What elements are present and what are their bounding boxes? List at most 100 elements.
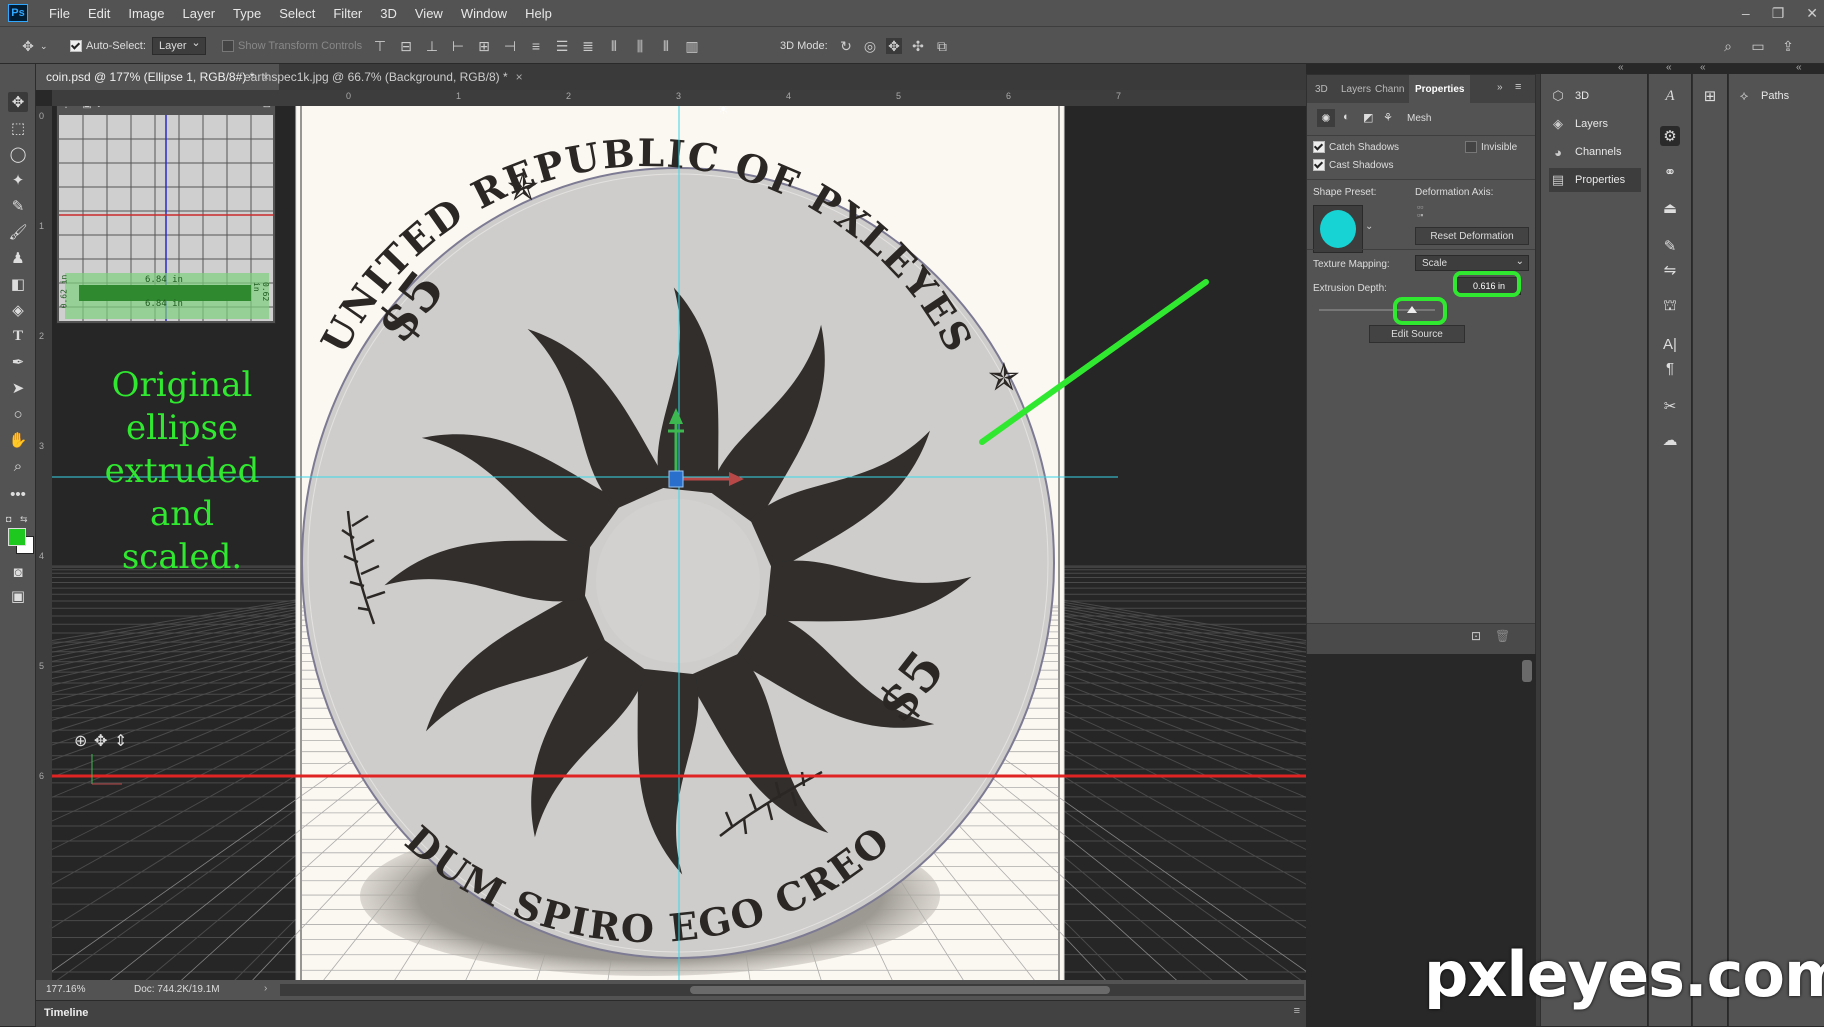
edit-source-button[interactable]: Edit Source <box>1369 325 1465 343</box>
horizontal-scroll-thumb[interactable] <box>690 986 1110 994</box>
deformation-axis-grid-icon[interactable]: ▫▫ ▫▪ <box>1417 203 1433 220</box>
auto-select-target-dropdown[interactable]: Layer <box>152 36 206 55</box>
menu-filter[interactable]: Filter <box>324 6 371 21</box>
paragraph-icon[interactable]: ¶ <box>1660 358 1680 378</box>
props-scroll-thumb[interactable] <box>1522 660 1532 682</box>
dock-paths[interactable]: ⟡ Paths <box>1735 84 1824 108</box>
tool-settings-icon[interactable]: ⇋ <box>1660 260 1680 280</box>
paint-bucket-tool-icon[interactable]: ◈ <box>8 300 28 320</box>
workspace-icon[interactable]: ▭ <box>1750 38 1766 54</box>
auto-align-icon[interactable]: ▥ <box>684 38 700 54</box>
align-vcenter-icon[interactable]: ⊟ <box>398 38 414 54</box>
glyphs-icon[interactable]: A <box>1660 86 1680 106</box>
history-icon[interactable]: ⏏ <box>1660 198 1680 218</box>
eraser-tool-icon[interactable]: ◧ <box>8 274 28 294</box>
cap-filter-icon[interactable]: ◩ <box>1363 111 1373 124</box>
type-tool-icon[interactable]: T <box>8 326 28 346</box>
libraries-icon[interactable]: ☁ <box>1660 430 1680 450</box>
close-tab-earthspec-icon[interactable]: × <box>516 70 523 84</box>
distribute-hcenter-icon[interactable]: ⫼ <box>632 38 648 54</box>
restore-button[interactable]: ❐ <box>1772 5 1785 22</box>
dock1-collapse-icon[interactable]: « <box>1618 62 1624 73</box>
brush-presets-icon[interactable]: ⚭ <box>1660 162 1680 182</box>
distribute-bottom-icon[interactable]: ≣ <box>580 38 596 54</box>
menu-help[interactable]: Help <box>516 6 561 21</box>
close-window-button[interactable]: ✕ <box>1806 5 1818 22</box>
shape-preset-picker[interactable] <box>1313 205 1363 253</box>
distribute-right-icon[interactable]: ⦀ <box>658 38 674 54</box>
shape-preset-chevron-icon[interactable]: ⌄ <box>1365 221 1373 232</box>
menu-edit[interactable]: Edit <box>79 6 119 21</box>
path-selection-tool-icon[interactable]: ➤ <box>8 378 28 398</box>
move-tool-preset-icon[interactable]: ✥ ⌄ <box>20 27 47 65</box>
tab-3d[interactable]: 3D <box>1315 75 1328 103</box>
horizontal-scrollbar[interactable] <box>280 984 1304 996</box>
horizontal-ruler[interactable]: 0 1 2 3 4 5 6 7 <box>52 90 1306 107</box>
align-bottom-icon[interactable]: ⊥ <box>424 38 440 54</box>
lasso-tool-icon[interactable]: ◯ <box>8 144 28 164</box>
search-icon[interactable]: ⌕ <box>1720 38 1736 54</box>
distribute-top-icon[interactable]: ≡ <box>528 38 544 54</box>
move-tool-icon[interactable]: ✥ <box>8 92 28 112</box>
align-hcenter-icon[interactable]: ⊞ <box>476 38 492 54</box>
menu-file[interactable]: File <box>40 6 79 21</box>
secondary-3d-view[interactable]: ⋮ × ▣ ⌄ ⊠ 6.84 in 6.84 in 0.62 in 0.62 i… <box>56 106 276 324</box>
more-tools-icon[interactable]: ••• <box>8 484 28 504</box>
align-right-icon[interactable]: ⊣ <box>502 38 518 54</box>
zoom-tool-icon[interactable]: ⌕ <box>8 456 28 476</box>
share-icon[interactable]: ⇪ <box>1780 38 1796 54</box>
menu-window[interactable]: Window <box>452 6 516 21</box>
magic-wand-tool-icon[interactable]: ✦ <box>8 170 28 190</box>
vertical-ruler[interactable]: 0 1 2 3 4 5 6 <box>36 106 53 986</box>
menu-3d[interactable]: 3D <box>371 6 406 21</box>
zoom-level[interactable]: 177.16% <box>46 984 85 995</box>
swap-colors-icon[interactable]: ⇆ <box>20 514 28 525</box>
light-source-icon[interactable]: ☀ <box>717 106 730 117</box>
dock4-collapse-icon[interactable]: « <box>1796 62 1802 73</box>
render-icon[interactable]: ⊡ <box>1471 629 1481 643</box>
delete-icon[interactable]: 🗑 <box>1495 629 1510 643</box>
clone-source-icon[interactable]: ⛫ <box>1660 296 1680 316</box>
panel-collapse-icon[interactable]: » <box>1497 82 1503 93</box>
mesh-filter-icon[interactable]: ✺ <box>1317 109 1335 127</box>
pen-tool-icon[interactable]: ✒ <box>8 352 28 372</box>
doc-tab-earthspec[interactable]: earthspec1k.jpg @ 66.7% (Background, RGB… <box>234 64 533 90</box>
invisible-checkbox[interactable]: Invisible <box>1465 141 1517 153</box>
catch-shadows-checkbox[interactable]: Catch Shadows <box>1313 141 1399 153</box>
menu-view[interactable]: View <box>406 6 452 21</box>
quick-mask-icon[interactable]: ◙ <box>8 562 28 582</box>
align-top-icon[interactable]: ⊤ <box>372 38 388 54</box>
minimize-button[interactable]: – <box>1742 5 1750 21</box>
default-colors-icon[interactable]: ◘ <box>6 514 16 524</box>
menu-select[interactable]: Select <box>270 6 324 21</box>
marquee-tool-icon[interactable]: ⬚ <box>8 118 28 138</box>
stamp-tool-icon[interactable]: ♟ <box>8 248 28 268</box>
coordinates-filter-icon[interactable]: ⚘ <box>1383 111 1393 124</box>
dock-properties[interactable]: ▤ Properties <box>1549 168 1641 192</box>
show-transform-controls-checkbox[interactable]: Show Transform Controls <box>222 27 362 65</box>
menu-image[interactable]: Image <box>119 6 173 21</box>
align-left-icon[interactable]: ⊢ <box>450 38 466 54</box>
status-menu-chevron-icon[interactable]: › <box>264 983 267 994</box>
dock-channels[interactable]: ◕ Channels <box>1549 140 1641 164</box>
orbit-3d-icon[interactable]: ↻ <box>838 38 854 54</box>
tool-presets-icon[interactable]: ✂ <box>1660 396 1680 416</box>
secondary-view-menu-icon[interactable]: ⋮ × ▣ ⌄ <box>61 106 103 110</box>
foreground-color-swatch[interactable] <box>8 528 26 546</box>
ellipse-tool-icon[interactable]: ○ <box>8 404 28 424</box>
texture-mapping-dropdown[interactable]: Scale ⌄ <box>1415 255 1529 271</box>
dock-layers[interactable]: ◈ Layers <box>1549 112 1641 136</box>
deform-filter-icon[interactable]: ◐ <box>1343 111 1350 123</box>
brush-settings-icon[interactable]: ✎ <box>1660 236 1680 256</box>
auto-select-checkbox[interactable]: Auto-Select: <box>70 27 146 65</box>
grid-table-icon[interactable]: ⊞ <box>1700 86 1720 106</box>
screen-mode-icon[interactable]: ▣ <box>8 586 28 606</box>
eyedropper-tool-icon[interactable]: ✎ <box>8 196 28 216</box>
distribute-vcenter-icon[interactable]: ☰ <box>554 38 570 54</box>
slide-3d-icon[interactable]: ✣ <box>910 38 926 54</box>
scale-3d-icon[interactable]: ⧉ <box>934 38 950 54</box>
tab-channels[interactable]: Chann <box>1375 75 1404 103</box>
dolly-camera-icon[interactable]: ⇕ <box>114 733 127 750</box>
tab-properties[interactable]: Properties <box>1409 75 1471 103</box>
secondary-view-close-icon[interactable]: ⊠ <box>263 106 271 110</box>
